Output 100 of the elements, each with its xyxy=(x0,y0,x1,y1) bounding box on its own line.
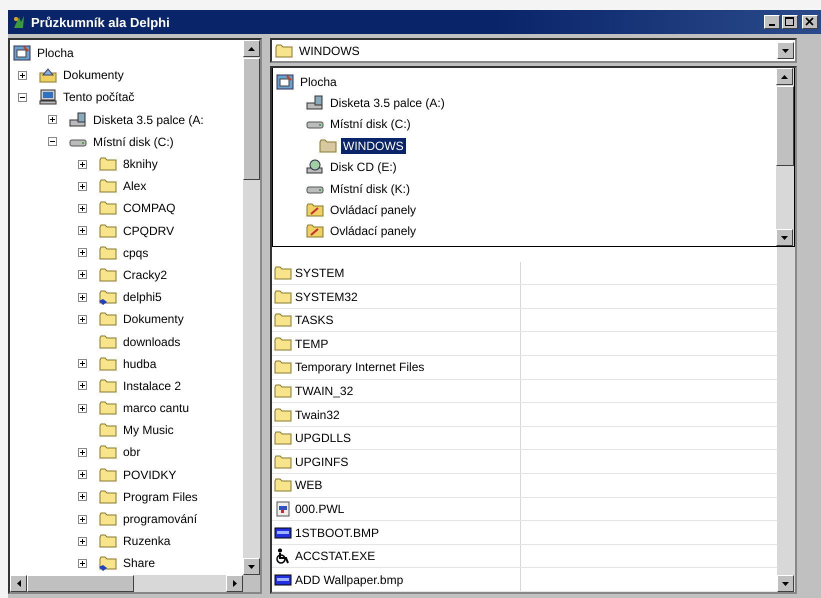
file-name-cell[interactable]: SYSTEM32 xyxy=(272,285,521,308)
collapse-icon[interactable] xyxy=(18,92,27,102)
expand-icon[interactable] xyxy=(78,381,87,390)
scroll-down-button[interactable] xyxy=(777,575,794,592)
scroll-thumb[interactable] xyxy=(776,86,794,166)
expand-icon[interactable] xyxy=(78,492,87,502)
tree-item[interactable]: Program Files xyxy=(123,490,198,504)
shared-folder-icon xyxy=(99,555,117,572)
folder-icon xyxy=(99,422,117,438)
desktop-icon xyxy=(276,74,294,90)
tree-item[interactable]: My Music xyxy=(123,423,174,438)
folder-icon xyxy=(99,156,117,172)
file-name-cell[interactable]: UPGDLLS xyxy=(272,426,521,450)
path-combo-box[interactable]: WINDOWS xyxy=(270,38,797,63)
expand-icon[interactable] xyxy=(78,514,87,524)
dropdown-item[interactable]: Plocha xyxy=(298,74,339,90)
floppy-drive-icon xyxy=(306,95,324,112)
expand-icon[interactable] xyxy=(78,314,87,324)
folder-icon xyxy=(274,477,292,494)
dropdown-item[interactable]: Ovládací panely xyxy=(328,202,418,218)
folder-icon xyxy=(99,400,117,416)
scroll-thumb[interactable] xyxy=(27,575,134,592)
scroll-left-button[interactable] xyxy=(10,575,27,592)
file-name-cell[interactable]: Twain32 xyxy=(272,403,521,426)
dropdown-button[interactable] xyxy=(777,42,794,59)
expand-icon[interactable] xyxy=(78,160,87,169)
expand-icon[interactable] xyxy=(78,404,87,413)
tree-item[interactable]: COMPAQ xyxy=(123,201,176,216)
file-name-cell[interactable]: ADD Wallpaper.bmp xyxy=(272,568,521,591)
expand-icon[interactable] xyxy=(78,226,87,236)
file-name-cell[interactable]: TASKS xyxy=(272,308,521,332)
dropdown-item[interactable]: Místní disk (K:) xyxy=(328,180,412,197)
folder-icon xyxy=(99,311,117,328)
expand-icon[interactable] xyxy=(48,115,57,124)
file-name-cell[interactable]: TWAIN_32 xyxy=(272,380,521,402)
expand-icon[interactable] xyxy=(78,536,87,546)
tree-item[interactable]: Dokumenty xyxy=(123,312,184,326)
scroll-down-button[interactable] xyxy=(776,229,793,246)
dropdown-item[interactable]: Disk CD (E:) xyxy=(328,159,399,176)
minimize-button[interactable] xyxy=(764,15,780,29)
file-name-cell[interactable]: TEMP xyxy=(272,332,521,356)
dropdown-item[interactable]: Místní disk (C:) xyxy=(328,116,413,132)
dropdown-item[interactable]: WINDOWS xyxy=(341,138,406,154)
tree-item[interactable]: downloads xyxy=(123,334,180,349)
tree-item[interactable]: cpqs xyxy=(123,246,148,260)
scroll-thumb[interactable] xyxy=(243,58,260,180)
tree-item[interactable]: Plocha xyxy=(37,46,74,60)
expand-icon[interactable] xyxy=(78,470,87,480)
tree-item[interactable]: Share xyxy=(123,556,156,570)
file-name-cell[interactable]: 1STBOOT.BMP xyxy=(272,521,521,544)
tree-item[interactable]: 8knihy xyxy=(123,157,158,172)
expand-icon[interactable] xyxy=(78,448,87,457)
expand-icon[interactable] xyxy=(18,70,27,80)
expand-icon[interactable] xyxy=(78,359,87,368)
folder-icon xyxy=(99,444,117,460)
tree-item[interactable]: Ruzenka xyxy=(123,534,170,548)
scroll-down-button[interactable] xyxy=(243,558,260,575)
desktop-icon xyxy=(13,45,31,62)
dropdown-item[interactable]: Disketa 3.5 palce (A:) xyxy=(328,95,447,112)
tree-item[interactable]: Alex xyxy=(123,179,146,194)
down-arrow-icon xyxy=(248,564,255,568)
left-arrow-icon xyxy=(16,580,20,587)
horizontal-scrollbar[interactable] xyxy=(10,575,260,592)
maximize-button[interactable] xyxy=(782,15,798,29)
file-name-cell[interactable]: ACCSTAT.EXE xyxy=(272,544,521,568)
expand-icon[interactable] xyxy=(78,204,87,213)
file-name-cell[interactable]: WEB xyxy=(272,474,521,497)
close-button[interactable] xyxy=(802,15,818,29)
tree-item[interactable]: obr xyxy=(123,445,140,460)
tree-item[interactable]: Dokumenty xyxy=(63,68,124,82)
tree-item[interactable]: Disketa 3.5 palce (A: xyxy=(93,112,204,127)
tree-item[interactable]: CPQDRV xyxy=(123,224,174,238)
file-name-cell[interactable]: 000.PWL xyxy=(272,498,521,520)
file-name-cell[interactable]: SYSTEM xyxy=(272,262,521,284)
expand-icon[interactable] xyxy=(78,558,87,568)
dropdown-item[interactable]: Ovládací panely xyxy=(328,223,418,240)
tree-item[interactable]: Místní disk (C:) xyxy=(93,134,174,149)
tree-item[interactable]: Tento počítač xyxy=(63,90,134,104)
scroll-right-button[interactable] xyxy=(226,575,243,592)
tree-item[interactable]: hudba xyxy=(123,356,156,371)
tree-item[interactable]: delphi5 xyxy=(123,290,162,304)
vertical-scrollbar[interactable] xyxy=(776,68,794,246)
vertical-scrollbar[interactable] xyxy=(243,40,260,575)
folder-icon xyxy=(99,511,117,528)
tree-item[interactable]: POVIDKY xyxy=(123,468,176,482)
folder-icon xyxy=(99,533,117,550)
expand-icon[interactable] xyxy=(78,248,87,258)
folder-icon xyxy=(274,312,292,328)
tree-item[interactable]: marco cantu xyxy=(123,401,190,416)
tree-item[interactable]: Cracky2 xyxy=(123,268,168,282)
tree-item[interactable]: programování xyxy=(123,512,198,526)
expand-icon[interactable] xyxy=(78,270,87,280)
scroll-up-button[interactable] xyxy=(776,68,793,85)
tree-item[interactable]: Instalace 2 xyxy=(123,378,182,393)
expand-icon[interactable] xyxy=(78,182,87,191)
file-name-cell[interactable]: UPGINFS xyxy=(272,450,521,474)
expand-icon[interactable] xyxy=(78,292,87,302)
scroll-up-button[interactable] xyxy=(243,40,260,57)
file-name-cell[interactable]: Temporary Internet Files xyxy=(272,356,521,379)
collapse-icon[interactable] xyxy=(48,137,57,146)
